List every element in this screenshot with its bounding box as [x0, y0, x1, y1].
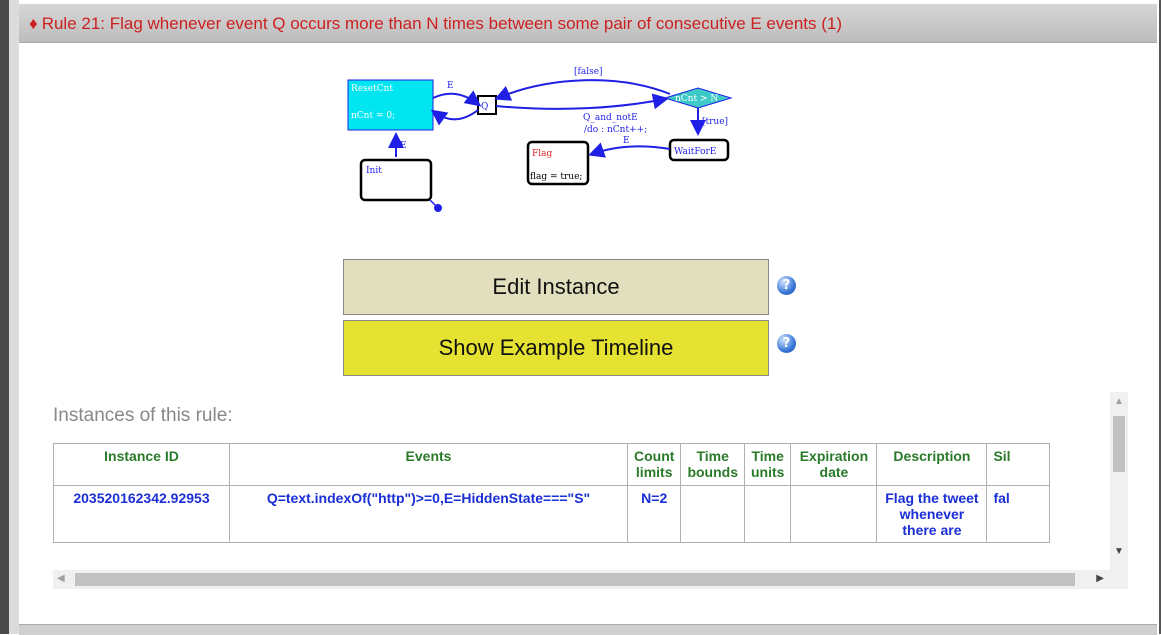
edge-wait-to-flag	[588, 142, 671, 158]
instances-table: Instance ID Events Count limits Time bou…	[53, 443, 1051, 543]
col-header-time-bounds[interactable]: Time bounds	[680, 443, 745, 486]
instances-heading: Instances of this rule:	[53, 405, 233, 426]
edge-cond-false	[494, 79, 671, 101]
flag-name: Flag	[532, 149, 552, 159]
chevron-right-icon[interactable]: ▶	[1096, 573, 1104, 584]
show-timeline-button[interactable]: Show Example Timeline	[343, 320, 769, 376]
edge-q-and-note-1: Q_and_notE	[583, 113, 638, 123]
edge-reset-to-q	[432, 90, 482, 107]
state-machine-svg: ResetCnt nCnt = 0; Q nCnt > N Init Flag …	[347, 67, 733, 212]
resetcnt-action: nCnt = 0;	[351, 111, 395, 121]
horizontal-scroll-thumb[interactable]	[75, 573, 1075, 586]
edge-false-label: [false]	[574, 67, 603, 77]
cell-silent: fal	[986, 485, 1051, 543]
left-border-inner	[9, 0, 19, 634]
col-header-count-limits[interactable]: Count limits	[626, 443, 682, 486]
chevron-down-icon[interactable]: ▼	[1110, 546, 1128, 560]
cell-time-units	[743, 485, 792, 543]
init-name: Init	[366, 166, 382, 176]
vertical-scroll-thumb[interactable]	[1113, 416, 1125, 472]
left-border	[0, 0, 9, 634]
edit-instance-button[interactable]: Edit Instance	[343, 259, 769, 315]
chevron-up-icon[interactable]: ▲	[1110, 396, 1128, 410]
cell-instance-id[interactable]: 203520162342.92953	[53, 485, 230, 543]
col-header-time-units[interactable]: Time units	[743, 443, 792, 486]
col-header-events[interactable]: Events	[229, 443, 628, 486]
cell-count-limits: N=2	[626, 485, 682, 543]
vertical-scrollbar[interactable]: ▲ ▼	[1110, 392, 1128, 570]
q-name: Q	[481, 102, 488, 112]
instances-table-viewport: Instance ID Events Count limits Time bou…	[53, 443, 1110, 569]
edge-q-and-note-2: /do : nCnt++;	[584, 125, 647, 135]
next-rule-bar	[19, 624, 1157, 635]
horizontal-scrollbar[interactable]: ◀ ▶	[53, 570, 1110, 589]
cell-events: Q=text.indexOf("http")>=0,E=HiddenState=…	[229, 485, 628, 543]
rule-title-bar[interactable]: ♦ Rule 21: Flag whenever event Q occurs m…	[19, 4, 1157, 43]
scroll-corner	[1110, 570, 1128, 589]
state-machine-diagram: ResetCnt nCnt = 0; Q nCnt > N Init Flag …	[330, 60, 750, 220]
edge-e-left: E	[400, 141, 407, 151]
condition-name: nCnt > N	[675, 94, 718, 104]
waitfor-name: WaitForE	[674, 147, 716, 157]
edge-true-label: [true]	[702, 117, 728, 127]
timeline-help-icon[interactable]: ?	[777, 334, 796, 353]
edge-e-top: E	[447, 81, 454, 91]
edge-q-to-cond	[495, 93, 669, 110]
cell-description: Flag the tweet whenever there are	[876, 485, 988, 543]
col-header-description[interactable]: Description	[876, 443, 988, 486]
table-header-row: Instance ID Events Count limits Time bou…	[53, 443, 1051, 486]
rule-title-text: Rule 21: Flag whenever event Q occurs mo…	[41, 14, 843, 33]
flag-action: flag = true;	[530, 172, 582, 182]
bullet-icon: ♦	[29, 14, 38, 33]
cell-time-bounds	[680, 485, 745, 543]
edge-q-to-reset	[430, 109, 479, 126]
col-header-silent[interactable]: Sil	[986, 443, 1051, 486]
table-row[interactable]: 203520162342.92953 Q=text.indexOf("http"…	[53, 485, 1051, 543]
col-header-expiration-date[interactable]: Expiration date	[790, 443, 878, 486]
resetcnt-name: ResetCnt	[351, 84, 393, 94]
edge-e-flag: E	[623, 136, 630, 146]
edit-help-icon[interactable]: ?	[777, 276, 796, 295]
chevron-left-icon[interactable]: ◀	[57, 573, 65, 584]
col-header-instance-id[interactable]: Instance ID	[53, 443, 230, 486]
rule-title: ♦ Rule 21: Flag whenever event Q occurs m…	[29, 14, 842, 34]
cell-expiration-date	[790, 485, 878, 543]
rule-panel: ♦ Rule 21: Flag whenever event Q occurs m…	[0, 0, 1161, 635]
